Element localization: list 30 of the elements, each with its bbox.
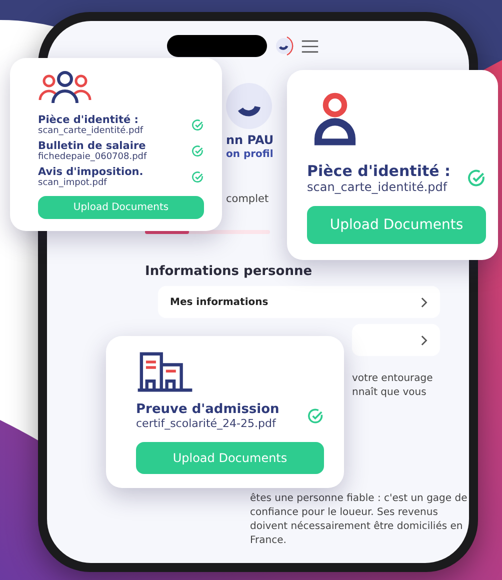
people-icon: [38, 70, 92, 104]
avatar-icon: [226, 83, 272, 129]
document-title: Pièce d'identité :: [307, 162, 451, 180]
paragraph-line: confiance pour le loueur. Ses revenus: [250, 506, 438, 520]
document-title: Bulletin de salaire: [38, 140, 147, 152]
upload-button[interactable]: Upload Documents: [136, 442, 324, 474]
menu-icon[interactable]: [301, 40, 319, 52]
chevron-icon: [421, 334, 428, 346]
chevron-icon: [421, 296, 428, 308]
user-name: nn PAU: [226, 133, 274, 148]
buildings-icon: [136, 352, 194, 392]
upload-button[interactable]: Upload Documents: [307, 206, 486, 244]
file-name: fichedepaie_060708.pdf: [38, 152, 147, 162]
file-name: certif_scolarité_24-25.pdf: [136, 417, 278, 430]
paragraph-line: êtes une personne fiable : c'est un gage de: [250, 492, 468, 506]
paragraph-line: nnaît que vous: [352, 386, 426, 400]
document-title: Preuve d'admission: [136, 402, 280, 417]
document-title: Avis d'imposition.: [38, 166, 144, 178]
file-name: scan_impot.pdf: [38, 178, 108, 188]
document-title: Pièce d'identité :: [38, 114, 138, 126]
file-name: scan_carte_identité.pdf: [38, 126, 144, 136]
file-name: scan_carte_identité.pdf: [307, 180, 448, 194]
paragraph-line: votre entourage: [352, 372, 433, 386]
paragraph-line: France.: [250, 534, 286, 548]
section-title: Informations personne: [145, 264, 312, 280]
upload-button[interactable]: Upload Documents: [38, 196, 204, 219]
profile-link[interactable]: on profil: [226, 148, 274, 161]
list-row[interactable]: Mes informations: [158, 286, 440, 318]
paragraph-line: doivent nécessairement être domiciliés en: [250, 520, 463, 534]
progress-label: complet: [226, 193, 269, 206]
